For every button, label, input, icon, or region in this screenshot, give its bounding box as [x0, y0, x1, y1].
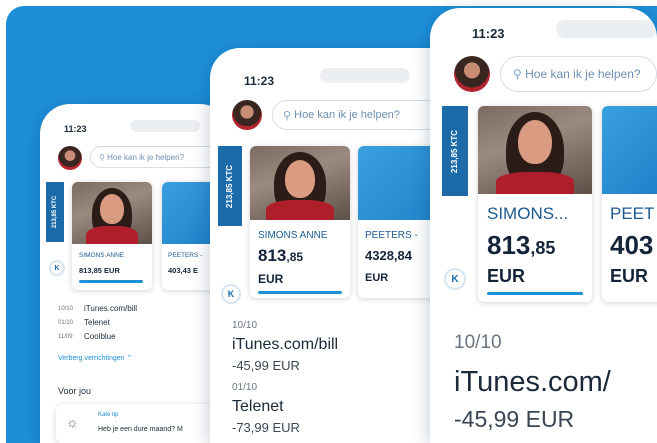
account-amount-m2: 4328,84: [365, 248, 412, 263]
amount-int-m: 813: [258, 246, 287, 265]
account-card-m[interactable]: SIMONS ANNE 813,85 EUR: [250, 146, 350, 298]
tx-merchant-m1[interactable]: iTunes.com/bill: [232, 336, 338, 354]
account-card-l[interactable]: SIMONS... 813,85 EUR: [478, 106, 592, 302]
lightbulb-icon: ☼: [66, 414, 79, 430]
tx-merchant-l1[interactable]: iTunes.com/: [454, 366, 611, 399]
search-icon-2: ⚲: [283, 109, 295, 122]
tx-merchant-m2[interactable]: Telenet: [232, 398, 284, 416]
phone-medium: 11:23 ⚲ Hoe kan ik je helpen? 213,85 KTC…: [210, 48, 460, 443]
tx-merchant-3[interactable]: Coolblue: [84, 332, 116, 341]
tx-amount-l1: -45,99 EUR: [454, 406, 575, 432]
account-photo-l: [478, 106, 592, 194]
search-placeholder-3: Hoe kan ik je helpen?: [525, 67, 641, 81]
account-name-m2: PEETERS -: [365, 230, 418, 241]
tx-date-2: 01/10: [58, 320, 74, 326]
status-time-3: 11:23: [472, 26, 505, 41]
account-amount: 813,85 EUR: [79, 266, 120, 275]
stage: 11:23 ⚲ Hoe kan ik je helpen? 213,85 KTC…: [0, 0, 657, 443]
section-title: Voor jou: [58, 386, 92, 396]
tx-amount-m2: -73,99 EUR: [232, 420, 300, 435]
search-icon-3: ⚲: [513, 67, 526, 81]
account-bar-l: [487, 292, 583, 295]
status-time-2: 11:23: [244, 74, 275, 88]
amount-int-l: 813: [487, 230, 531, 260]
status-time: 11:23: [64, 124, 87, 134]
k-label-3: K: [451, 273, 459, 285]
tx-date-l1: 10/10: [454, 332, 502, 353]
hide-transactions-label: Verberg verrichtingen: [58, 355, 125, 362]
tip-title: Kate tip: [98, 412, 119, 418]
account-card[interactable]: SIMONS ANNE 813,85 EUR: [72, 182, 152, 290]
account-name-l2: PEET: [610, 204, 655, 223]
phone-large: 11:23 ⚲ Hoe kan ik je helpen? 213,85 KTC…: [430, 8, 657, 443]
search-icon: ⚲: [99, 152, 108, 162]
tx-date-1: 10/10: [58, 306, 74, 312]
search-input-3[interactable]: ⚲ Hoe kan ik je helpen?: [500, 56, 657, 92]
account-side-tab-label: 213,85 KTC: [52, 195, 59, 229]
account-name: SIMONS ANNE: [79, 252, 125, 259]
tip-text: Heb je een dure maand? M: [98, 426, 183, 433]
avatar[interactable]: [58, 146, 82, 170]
account-side-tab-label-2: 213,85 KTC: [225, 164, 235, 208]
tx-amount-m1: -45,99 EUR: [232, 358, 300, 373]
amount-dec-l: ,85: [530, 238, 556, 258]
account-side-tab-2[interactable]: 213,85 KTC: [218, 146, 242, 226]
account-amount-2: 403,43 E: [168, 266, 199, 275]
avatar-3[interactable]: [454, 56, 490, 92]
tx-date-m2: 01/10: [232, 382, 258, 393]
account-name-l: SIMONS...: [487, 204, 569, 223]
tx-merchant-1[interactable]: iTunes.com/bill: [84, 304, 137, 313]
search-placeholder: Hoe kan ik je helpen?: [107, 152, 185, 162]
search-placeholder-2: Hoe kan ik je helpen?: [294, 109, 400, 121]
avatar-2[interactable]: [232, 100, 262, 130]
hide-transactions-link[interactable]: Verberg verrichtingen ⌃: [58, 354, 132, 362]
search-input[interactable]: ⚲ Hoe kan ik je helpen?: [90, 146, 226, 168]
k-label: K: [54, 264, 60, 272]
account-side-tab-3[interactable]: 213,85 KTC: [442, 106, 468, 196]
account-photo: [72, 182, 152, 244]
account-currency-m2: EUR: [365, 272, 389, 284]
account-name-m: SIMONS ANNE: [258, 230, 328, 241]
account-name-2: PEETERS -: [168, 252, 203, 259]
k-button-3[interactable]: K: [444, 268, 466, 290]
tx-merchant-2[interactable]: Telenet: [84, 318, 110, 327]
account-side-tab-label-3: 213,85 KTC: [450, 129, 460, 173]
account-card-l2[interactable]: PEET 403 EUR: [602, 106, 657, 302]
status-notch-3: [556, 20, 657, 38]
account-currency-m: EUR: [258, 272, 284, 286]
account-bar-m: [258, 291, 342, 294]
status-notch-2: [320, 68, 410, 83]
account-photo-m: [250, 146, 350, 220]
account-amount-l2: 403: [610, 230, 654, 260]
wallet-card-image-l: [602, 106, 657, 194]
account-side-tab[interactable]: 213,85 KTC: [46, 182, 64, 242]
k-label-2: K: [227, 289, 235, 299]
phone-small: 11:23 ⚲ Hoe kan ik je helpen? 213,85 KTC…: [40, 104, 230, 443]
tip-card[interactable]: ☼ Kate tip Heb je een dure maand? M: [56, 404, 228, 443]
account-bar: [79, 280, 143, 283]
tx-date-m1: 10/10: [232, 320, 258, 331]
k-button[interactable]: K: [49, 260, 65, 276]
chevron-up-icon: ⌃: [126, 355, 133, 362]
amount-dec-m: ,85: [286, 250, 304, 264]
account-currency-l2: EUR: [610, 266, 649, 286]
account-amount-m: 813,85: [258, 246, 303, 266]
account-currency-l: EUR: [487, 266, 526, 286]
status-notch: [130, 120, 200, 132]
k-button-2[interactable]: K: [221, 284, 241, 304]
tx-date-3: 11/09: [58, 334, 73, 340]
account-amount-l: 813,85: [487, 230, 555, 261]
